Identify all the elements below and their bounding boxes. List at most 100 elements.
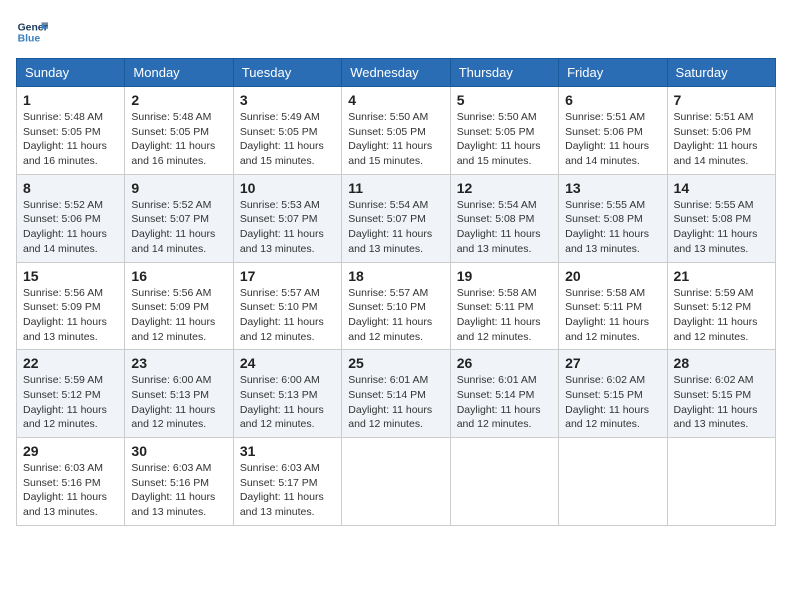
day-info: Sunrise: 5:57 AM Sunset: 5:10 PM Dayligh…	[240, 286, 335, 345]
calendar-header-cell: Monday	[125, 59, 233, 87]
day-number: 16	[131, 268, 226, 284]
day-info: Sunrise: 5:48 AM Sunset: 5:05 PM Dayligh…	[131, 110, 226, 169]
day-info: Sunrise: 5:56 AM Sunset: 5:09 PM Dayligh…	[131, 286, 226, 345]
day-number: 25	[348, 355, 443, 371]
page-header: General Blue	[16, 16, 776, 48]
calendar-day-cell: 17 Sunrise: 5:57 AM Sunset: 5:10 PM Dayli…	[233, 262, 341, 350]
day-number: 24	[240, 355, 335, 371]
calendar-week-row: 1 Sunrise: 5:48 AM Sunset: 5:05 PM Daylig…	[17, 87, 776, 175]
day-info: Sunrise: 5:54 AM Sunset: 5:08 PM Dayligh…	[457, 198, 552, 257]
day-info: Sunrise: 5:58 AM Sunset: 5:11 PM Dayligh…	[565, 286, 660, 345]
calendar-day-cell: 1 Sunrise: 5:48 AM Sunset: 5:05 PM Daylig…	[17, 87, 125, 175]
day-info: Sunrise: 5:59 AM Sunset: 5:12 PM Dayligh…	[23, 373, 118, 432]
day-number: 6	[565, 92, 660, 108]
day-info: Sunrise: 6:02 AM Sunset: 5:15 PM Dayligh…	[674, 373, 769, 432]
day-info: Sunrise: 6:01 AM Sunset: 5:14 PM Dayligh…	[348, 373, 443, 432]
day-info: Sunrise: 5:48 AM Sunset: 5:05 PM Dayligh…	[23, 110, 118, 169]
calendar-day-cell: 31Sunrise: 6:03 AM Sunset: 5:17 PM Dayli…	[233, 438, 341, 526]
calendar-day-cell: 4 Sunrise: 5:50 AM Sunset: 5:05 PM Daylig…	[342, 87, 450, 175]
calendar-day-cell: 15Sunrise: 5:56 AM Sunset: 5:09 PM Dayli…	[17, 262, 125, 350]
calendar-header-cell: Friday	[559, 59, 667, 87]
calendar-header-row: SundayMondayTuesdayWednesdayThursdayFrid…	[17, 59, 776, 87]
day-number: 17	[240, 268, 335, 284]
calendar-week-row: 22Sunrise: 5:59 AM Sunset: 5:12 PM Dayli…	[17, 350, 776, 438]
calendar-day-cell: 8 Sunrise: 5:52 AM Sunset: 5:06 PM Daylig…	[17, 174, 125, 262]
day-info: Sunrise: 6:00 AM Sunset: 5:13 PM Dayligh…	[240, 373, 335, 432]
calendar-day-cell: 12 Sunrise: 5:54 AM Sunset: 5:08 PM Dayli…	[450, 174, 558, 262]
calendar-header-cell: Tuesday	[233, 59, 341, 87]
calendar-week-row: 15 Sunrise: 5:56 AM Sunset: 5:09 PM Dayli…	[17, 262, 776, 350]
day-info: Sunrise: 6:03 AM Sunset: 5:16 PM Dayligh…	[23, 461, 118, 520]
day-number: 3	[240, 92, 335, 108]
calendar-day-cell: 10 Sunrise: 5:53 AM Sunset: 5:07 PM Dayli…	[233, 174, 341, 262]
calendar-day-cell: 30Sunrise: 6:03 AM Sunset: 5:16 PM Dayli…	[125, 438, 233, 526]
calendar-day-cell: 19 Sunrise: 5:58 AM Sunset: 5:11 PM Dayli…	[450, 262, 558, 350]
logo: General Blue	[16, 16, 48, 48]
day-number: 2	[131, 92, 226, 108]
calendar-day-cell: 3 Sunrise: 5:49 AM Sunset: 5:05 PM Daylig…	[233, 87, 341, 175]
day-info: Sunrise: 6:02 AM Sunset: 5:15 PM Dayligh…	[565, 373, 660, 432]
day-number: 8	[23, 180, 118, 196]
day-number: 15	[23, 268, 118, 284]
day-number: 14	[674, 180, 769, 196]
calendar-day-cell: 21 Sunrise: 5:59 AM Sunset: 5:12 PM Dayli…	[667, 262, 775, 350]
day-info: Sunrise: 5:55 AM Sunset: 5:08 PM Dayligh…	[565, 198, 660, 257]
day-info: Sunrise: 5:51 AM Sunset: 5:06 PM Dayligh…	[565, 110, 660, 169]
logo-icon: General Blue	[16, 16, 48, 48]
calendar-day-cell	[342, 438, 450, 526]
day-info: Sunrise: 5:50 AM Sunset: 5:05 PM Dayligh…	[457, 110, 552, 169]
day-number: 5	[457, 92, 552, 108]
calendar-header-cell: Sunday	[17, 59, 125, 87]
calendar-day-cell: 11Sunrise: 5:54 AM Sunset: 5:07 PM Dayli…	[342, 174, 450, 262]
calendar-day-cell	[559, 438, 667, 526]
day-number: 18	[348, 268, 443, 284]
day-number: 11	[348, 180, 443, 196]
day-info: Sunrise: 5:58 AM Sunset: 5:11 PM Dayligh…	[457, 286, 552, 345]
day-info: Sunrise: 5:57 AM Sunset: 5:10 PM Dayligh…	[348, 286, 443, 345]
day-info: Sunrise: 5:49 AM Sunset: 5:05 PM Dayligh…	[240, 110, 335, 169]
day-info: Sunrise: 5:51 AM Sunset: 5:06 PM Dayligh…	[674, 110, 769, 169]
calendar-day-cell: 23Sunrise: 6:00 AM Sunset: 5:13 PM Dayli…	[125, 350, 233, 438]
day-number: 27	[565, 355, 660, 371]
calendar-day-cell: 2 Sunrise: 5:48 AM Sunset: 5:05 PM Daylig…	[125, 87, 233, 175]
day-info: Sunrise: 5:53 AM Sunset: 5:07 PM Dayligh…	[240, 198, 335, 257]
day-number: 1	[23, 92, 118, 108]
calendar-day-cell: 26Sunrise: 6:01 AM Sunset: 5:14 PM Dayli…	[450, 350, 558, 438]
calendar-day-cell: 16 Sunrise: 5:56 AM Sunset: 5:09 PM Dayli…	[125, 262, 233, 350]
calendar-day-cell: 13 Sunrise: 5:55 AM Sunset: 5:08 PM Dayli…	[559, 174, 667, 262]
calendar-day-cell: 28 Sunrise: 6:02 AM Sunset: 5:15 PM Dayli…	[667, 350, 775, 438]
calendar-day-cell	[450, 438, 558, 526]
day-number: 20	[565, 268, 660, 284]
day-info: Sunrise: 6:03 AM Sunset: 5:17 PM Dayligh…	[240, 461, 335, 520]
day-number: 12	[457, 180, 552, 196]
calendar-body: 1 Sunrise: 5:48 AM Sunset: 5:05 PM Daylig…	[17, 87, 776, 526]
day-info: Sunrise: 5:59 AM Sunset: 5:12 PM Dayligh…	[674, 286, 769, 345]
day-number: 19	[457, 268, 552, 284]
day-number: 10	[240, 180, 335, 196]
day-number: 9	[131, 180, 226, 196]
calendar-week-row: 8 Sunrise: 5:52 AM Sunset: 5:06 PM Daylig…	[17, 174, 776, 262]
calendar-day-cell: 22Sunrise: 5:59 AM Sunset: 5:12 PM Dayli…	[17, 350, 125, 438]
day-number: 28	[674, 355, 769, 371]
day-info: Sunrise: 5:52 AM Sunset: 5:06 PM Dayligh…	[23, 198, 118, 257]
calendar-day-cell: 6 Sunrise: 5:51 AM Sunset: 5:06 PM Daylig…	[559, 87, 667, 175]
day-number: 4	[348, 92, 443, 108]
calendar-header-cell: Saturday	[667, 59, 775, 87]
svg-text:Blue: Blue	[18, 34, 41, 45]
day-info: Sunrise: 5:55 AM Sunset: 5:08 PM Dayligh…	[674, 198, 769, 257]
day-number: 23	[131, 355, 226, 371]
day-number: 21	[674, 268, 769, 284]
day-number: 26	[457, 355, 552, 371]
day-info: Sunrise: 5:52 AM Sunset: 5:07 PM Dayligh…	[131, 198, 226, 257]
day-number: 7	[674, 92, 769, 108]
calendar-table: SundayMondayTuesdayWednesdayThursdayFrid…	[16, 58, 776, 526]
calendar-day-cell: 14 Sunrise: 5:55 AM Sunset: 5:08 PM Dayli…	[667, 174, 775, 262]
calendar-day-cell	[667, 438, 775, 526]
day-number: 29	[23, 443, 118, 459]
day-info: Sunrise: 6:03 AM Sunset: 5:16 PM Dayligh…	[131, 461, 226, 520]
calendar-day-cell: 24 Sunrise: 6:00 AM Sunset: 5:13 PM Dayli…	[233, 350, 341, 438]
calendar-day-cell: 25 Sunrise: 6:01 AM Sunset: 5:14 PM Dayli…	[342, 350, 450, 438]
day-info: Sunrise: 5:50 AM Sunset: 5:05 PM Dayligh…	[348, 110, 443, 169]
calendar-header-cell: Thursday	[450, 59, 558, 87]
day-number: 13	[565, 180, 660, 196]
